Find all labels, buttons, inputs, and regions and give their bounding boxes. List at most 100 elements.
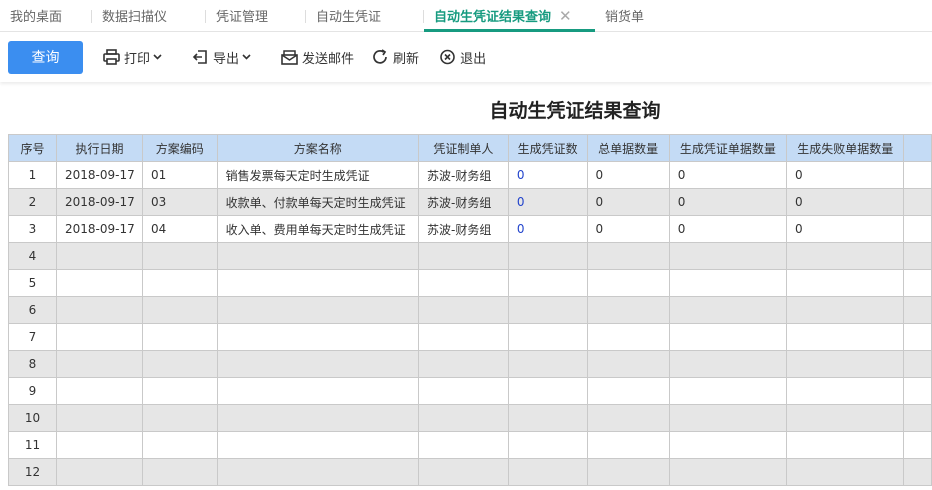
column-header[interactable]: 方案名称 bbox=[216, 134, 420, 162]
table-cell[interactable] bbox=[142, 242, 218, 270]
tab-sales-order[interactable]: 销货单 bbox=[595, 0, 665, 31]
table-cell[interactable] bbox=[507, 242, 588, 270]
table-cell[interactable] bbox=[786, 242, 905, 270]
table-cell[interactable]: 01 bbox=[142, 161, 218, 189]
table-cell[interactable]: 0 bbox=[586, 188, 670, 216]
column-header[interactable]: 生成凭证单据数量 bbox=[668, 134, 788, 162]
exit-button[interactable]: 退出 bbox=[439, 48, 486, 67]
table-cell[interactable]: 9 bbox=[8, 377, 57, 405]
table-cell[interactable] bbox=[55, 404, 144, 432]
table-cell[interactable] bbox=[507, 377, 588, 405]
table-cell[interactable] bbox=[668, 458, 788, 486]
table-cell[interactable]: 7 bbox=[8, 323, 57, 351]
table-cell[interactable] bbox=[142, 404, 218, 432]
print-button[interactable]: 打印 bbox=[103, 48, 166, 67]
table-cell[interactable]: 0 bbox=[668, 215, 788, 243]
table-row[interactable]: 3 2018-09-17 04 收入单、费用单每天定时生成凭证 苏波-财务组 0 0 0 0 bbox=[8, 215, 932, 243]
table-cell[interactable] bbox=[216, 431, 420, 459]
table-cell[interactable] bbox=[216, 269, 420, 297]
table-cell[interactable] bbox=[507, 431, 588, 459]
table-cell[interactable]: 4 bbox=[8, 242, 57, 270]
table-row[interactable]: 7 bbox=[8, 323, 932, 351]
table-cell[interactable] bbox=[786, 269, 905, 297]
table-cell[interactable] bbox=[586, 431, 670, 459]
table-cell[interactable]: 0 bbox=[668, 188, 788, 216]
table-cell[interactable] bbox=[216, 404, 420, 432]
table-row[interactable]: 5 bbox=[8, 269, 932, 297]
table-cell[interactable] bbox=[507, 296, 588, 324]
table-row[interactable]: 4 bbox=[8, 242, 932, 270]
table-cell[interactable]: 3 bbox=[8, 215, 57, 243]
table-cell[interactable] bbox=[586, 350, 670, 378]
table-cell[interactable] bbox=[55, 350, 144, 378]
table-cell[interactable] bbox=[418, 458, 509, 486]
table-cell[interactable] bbox=[668, 350, 788, 378]
table-cell[interactable] bbox=[142, 269, 218, 297]
table-cell[interactable]: 2 bbox=[8, 188, 57, 216]
table-cell[interactable]: 5 bbox=[8, 269, 57, 297]
table-cell[interactable] bbox=[668, 431, 788, 459]
table-cell[interactable] bbox=[55, 323, 144, 351]
table-cell[interactable] bbox=[586, 296, 670, 324]
table-cell[interactable] bbox=[507, 323, 588, 351]
query-button[interactable]: 查询 bbox=[8, 40, 83, 74]
table-cell[interactable] bbox=[55, 431, 144, 459]
table-cell[interactable] bbox=[586, 377, 670, 405]
table-cell[interactable]: 苏波-财务组 bbox=[418, 161, 509, 189]
table-cell[interactable]: 0 bbox=[786, 161, 905, 189]
table-cell[interactable] bbox=[418, 323, 509, 351]
table-cell[interactable] bbox=[507, 269, 588, 297]
table-cell[interactable] bbox=[586, 404, 670, 432]
column-header[interactable]: 执行日期 bbox=[55, 134, 144, 162]
table-row[interactable]: 12 bbox=[8, 458, 932, 486]
tab-voucher-management[interactable]: 凭证管理 bbox=[206, 0, 306, 31]
table-cell[interactable] bbox=[668, 377, 788, 405]
column-header[interactable]: 方案编码 bbox=[142, 134, 218, 162]
table-cell[interactable] bbox=[586, 323, 670, 351]
table-cell[interactable]: 苏波-财务组 bbox=[418, 188, 509, 216]
table-cell[interactable]: 0 bbox=[786, 188, 905, 216]
table-cell[interactable] bbox=[418, 242, 509, 270]
export-button[interactable]: 导出 bbox=[192, 48, 255, 67]
table-cell[interactable] bbox=[216, 350, 420, 378]
table-cell[interactable] bbox=[786, 431, 905, 459]
close-icon[interactable]: ✕ bbox=[559, 7, 572, 25]
table-cell[interactable] bbox=[786, 404, 905, 432]
column-header[interactable]: 序号 bbox=[8, 134, 57, 162]
table-cell[interactable] bbox=[142, 377, 218, 405]
table-cell[interactable] bbox=[586, 269, 670, 297]
table-cell[interactable]: 苏波-财务组 bbox=[418, 215, 509, 243]
table-cell[interactable]: 0 bbox=[586, 215, 670, 243]
table-cell[interactable]: 03 bbox=[142, 188, 218, 216]
table-cell[interactable]: 销售发票每天定时生成凭证 bbox=[216, 161, 420, 189]
table-row[interactable]: 8 bbox=[8, 350, 932, 378]
table-cell[interactable] bbox=[142, 458, 218, 486]
table-cell[interactable]: 0 bbox=[668, 161, 788, 189]
table-cell[interactable] bbox=[507, 350, 588, 378]
column-header[interactable]: 总单据数量 bbox=[586, 134, 670, 162]
table-cell[interactable] bbox=[142, 431, 218, 459]
table-cell[interactable] bbox=[786, 377, 905, 405]
table-cell[interactable] bbox=[216, 242, 420, 270]
table-cell[interactable] bbox=[668, 269, 788, 297]
tab-auto-voucher[interactable]: 自动生凭证 bbox=[306, 0, 424, 31]
column-header[interactable]: 生成凭证数 bbox=[507, 134, 588, 162]
column-header[interactable]: 生成失败单据数量 bbox=[786, 134, 905, 162]
table-row[interactable]: 6 bbox=[8, 296, 932, 324]
table-cell[interactable] bbox=[668, 323, 788, 351]
table-cell[interactable] bbox=[55, 269, 144, 297]
table-cell[interactable]: 0 bbox=[507, 161, 588, 189]
table-cell[interactable] bbox=[668, 404, 788, 432]
table-cell[interactable] bbox=[418, 431, 509, 459]
table-cell[interactable]: 0 bbox=[786, 215, 905, 243]
column-header[interactable]: 凭证制单人 bbox=[418, 134, 509, 162]
table-cell[interactable] bbox=[216, 377, 420, 405]
table-cell[interactable]: 1 bbox=[8, 161, 57, 189]
table-cell[interactable]: 2018-09-17 bbox=[55, 215, 144, 243]
table-cell[interactable] bbox=[142, 296, 218, 324]
table-cell[interactable] bbox=[668, 296, 788, 324]
table-cell[interactable] bbox=[586, 458, 670, 486]
table-cell[interactable] bbox=[668, 242, 788, 270]
table-cell[interactable] bbox=[216, 458, 420, 486]
table-row[interactable]: 1 2018-09-17 01 销售发票每天定时生成凭证 苏波-财务组 0 0 0 0 bbox=[8, 161, 932, 189]
